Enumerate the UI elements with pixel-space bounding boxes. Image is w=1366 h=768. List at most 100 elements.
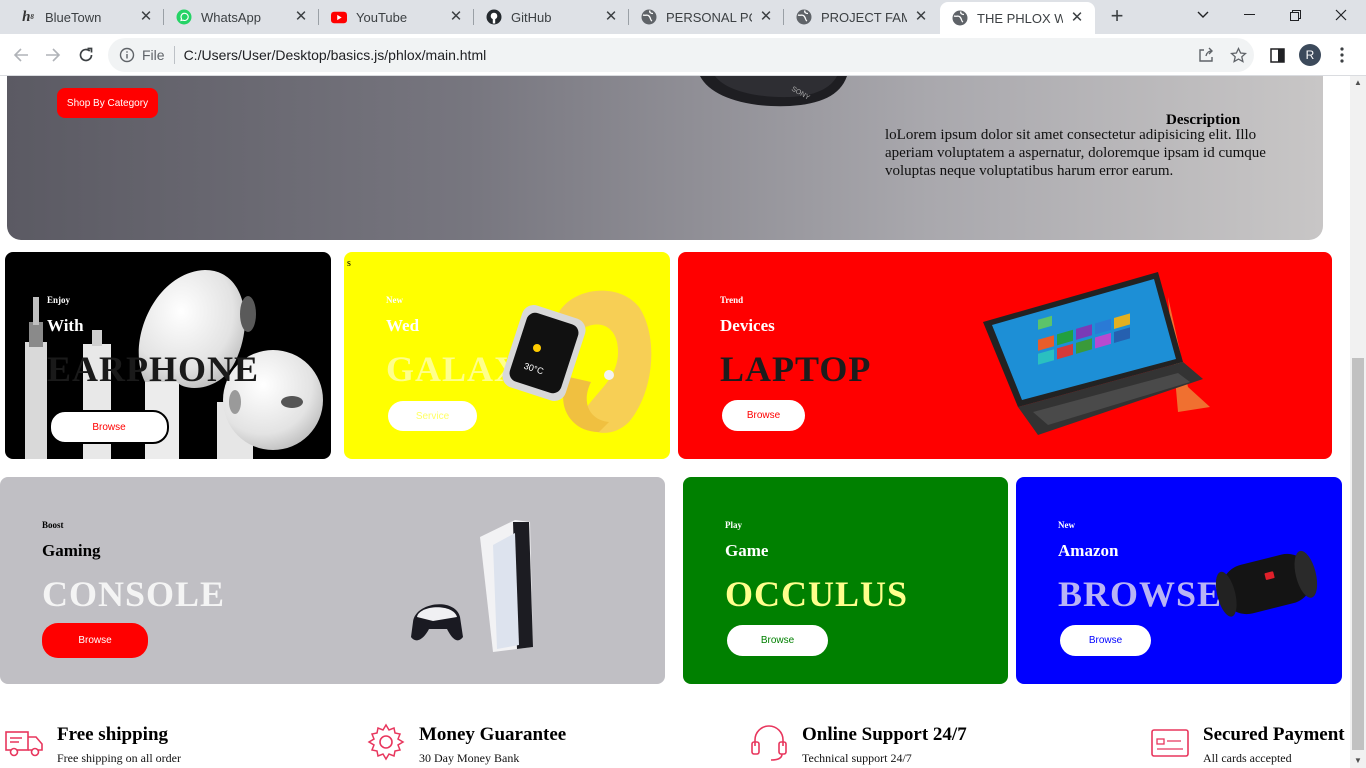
description-text: loLorem ipsum dolor sit amet consectetur… <box>885 127 1266 179</box>
close-tab-icon[interactable]: ✕ <box>1069 10 1085 26</box>
card-subtitle: Amazon <box>1058 541 1119 560</box>
feature-title: Secured Payment <box>1203 724 1345 745</box>
globe-icon <box>796 9 812 25</box>
tab-whatsapp[interactable]: WhatsApp ✕ <box>164 0 319 34</box>
address-bar[interactable]: File C:/Users/User/Desktop/basics.js/phl… <box>108 38 1254 72</box>
forward-arrow-icon[interactable] <box>40 42 66 68</box>
card-headline: OCCULUS <box>725 574 909 614</box>
tab-title: BlueTown <box>45 9 102 25</box>
card-headline: EARPHONE <box>47 349 260 389</box>
laptop-browse-button[interactable]: Browse <box>722 400 805 431</box>
minimize-icon[interactable] <box>1226 0 1272 30</box>
card-headline: LAPTOP <box>720 349 872 389</box>
smartwatch-image: 30°C <box>502 290 652 433</box>
reload-icon[interactable] <box>73 42 99 68</box>
credit-card-icon <box>1151 729 1189 757</box>
card-eyebrow: Enjoy <box>47 295 71 305</box>
tab-bluetown[interactable]: h8 BlueTown ✕ <box>8 0 164 34</box>
speaker-browse-button[interactable]: Browse <box>1060 625 1151 656</box>
close-tab-icon[interactable]: ✕ <box>603 9 619 25</box>
tab-github[interactable]: GitHub ✕ <box>474 0 629 34</box>
game-console-image <box>411 520 533 652</box>
info-icon[interactable] <box>118 46 136 64</box>
close-tab-icon[interactable]: ✕ <box>448 9 464 25</box>
headphone-image: SONY <box>700 76 847 107</box>
feature-secured-payment: Secured Payment All cards accepted <box>1150 716 1350 768</box>
occulus-browse-button[interactable]: Browse <box>727 625 828 656</box>
stray-text: s <box>347 258 351 269</box>
tab-phlox-website[interactable]: THE PHLOX WEB ✕ <box>940 2 1095 34</box>
restore-icon[interactable] <box>1272 0 1318 30</box>
close-tab-icon[interactable]: ✕ <box>758 9 774 25</box>
menu-kebab-icon[interactable] <box>1329 42 1355 68</box>
console-card[interactable]: Boost Gaming CONSOLE Browse <box>0 477 665 684</box>
tab-title: PERSONAL PORT <box>666 9 752 25</box>
card-subtitle: Gaming <box>42 541 101 560</box>
card-subtitle: Devices <box>720 316 775 335</box>
tab-title: GitHub <box>511 9 552 25</box>
new-tab-plus-icon[interactable]: + <box>1106 5 1128 27</box>
occulus-card[interactable]: Play Game OCCULUS Browse <box>683 477 1008 684</box>
tab-title: WhatsApp <box>201 9 261 25</box>
hostinger-icon: h8 <box>22 8 34 25</box>
url-text[interactable]: C:/Users/User/Desktop/basics.js/phlox/ma… <box>184 47 487 63</box>
feature-title: Free shipping <box>57 724 169 745</box>
tab-project-fame[interactable]: PROJECT FAME ✕ <box>784 0 939 34</box>
scroll-down-arrow-icon[interactable]: ▼ <box>1350 754 1366 768</box>
console-browse-button[interactable]: Browse <box>42 623 148 658</box>
feature-subtitle: 30 Day Money Bank <box>419 751 520 765</box>
feature-subtitle: Free shipping on all order <box>57 751 181 765</box>
tab-title: YouTube <box>356 9 408 25</box>
url-scheme-label: File <box>142 47 165 63</box>
share-icon[interactable] <box>1193 42 1219 68</box>
tab-strip: h8 BlueTown ✕ WhatsApp ✕ YouTube ✕ GitHu… <box>0 0 1366 34</box>
bookmark-star-icon[interactable] <box>1225 42 1251 68</box>
card-headline: CONSOLE <box>42 574 226 614</box>
laptop-card[interactable]: Trend Devices LAPTOP Browse <box>678 252 1332 459</box>
github-icon <box>486 9 502 25</box>
watch-card[interactable]: s New Wed GALAXY 30°C Service <box>344 252 670 459</box>
watch-service-button[interactable]: Service <box>388 401 477 431</box>
feature-subtitle: Technical support 24/7 <box>802 751 912 765</box>
earphone-browse-button[interactable]: Browse <box>49 410 169 444</box>
card-eyebrow: Trend <box>720 295 744 305</box>
speaker-card[interactable]: New Amazon BROWSE Browse <box>1016 477 1342 684</box>
scrollbar-thumb[interactable] <box>1352 358 1364 750</box>
profile-avatar[interactable]: R <box>1299 44 1321 66</box>
youtube-icon <box>331 9 347 25</box>
headset-icon <box>751 725 787 761</box>
card-eyebrow: Boost <box>42 520 64 530</box>
browser-toolbar: File C:/Users/User/Desktop/basics.js/phl… <box>0 34 1366 76</box>
feature-free-shipping: Free shipping Free shipping on all order <box>4 716 364 768</box>
globe-icon <box>641 9 657 25</box>
feature-money-guarantee: Money Guarantee 30 Day Money Bank <box>366 716 746 768</box>
tab-title: PROJECT FAME <box>821 9 907 25</box>
feature-subtitle: All cards accepted <box>1203 751 1292 765</box>
close-tab-icon[interactable]: ✕ <box>138 9 154 25</box>
bluetooth-speaker-image <box>1215 550 1318 617</box>
tab-search-chevron-icon[interactable] <box>1180 0 1226 30</box>
gear-icon <box>367 723 405 761</box>
close-window-icon[interactable] <box>1318 0 1364 30</box>
feature-title: Online Support 24/7 <box>802 724 967 745</box>
tab-personal-portfolio[interactable]: PERSONAL PORT ✕ <box>629 0 784 34</box>
tab-youtube[interactable]: YouTube ✕ <box>319 0 474 34</box>
truck-icon <box>5 731 43 757</box>
shop-by-category-button[interactable]: Shop By Category <box>57 88 158 118</box>
laptop-image <box>983 272 1210 435</box>
tab-title: THE PHLOX WEB <box>977 10 1063 26</box>
close-tab-icon[interactable]: ✕ <box>913 9 929 25</box>
card-eyebrow: New <box>1058 520 1075 530</box>
earphone-card[interactable]: Enjoy With EARPHONE Browse <box>5 252 331 459</box>
whatsapp-icon <box>176 9 192 25</box>
globe-icon <box>952 10 968 26</box>
back-arrow-icon[interactable] <box>8 42 34 68</box>
page-scrollbar[interactable]: ▲ ▼ <box>1350 76 1366 768</box>
close-tab-icon[interactable]: ✕ <box>293 9 309 25</box>
side-panel-icon[interactable] <box>1264 42 1290 68</box>
scroll-up-arrow-icon[interactable]: ▲ <box>1350 76 1366 90</box>
card-subtitle: With <box>47 316 84 335</box>
feature-online-support: Online Support 24/7 Technical support 24… <box>749 716 1139 768</box>
feature-title: Money Guarantee <box>419 724 567 745</box>
card-eyebrow: Play <box>725 520 742 530</box>
